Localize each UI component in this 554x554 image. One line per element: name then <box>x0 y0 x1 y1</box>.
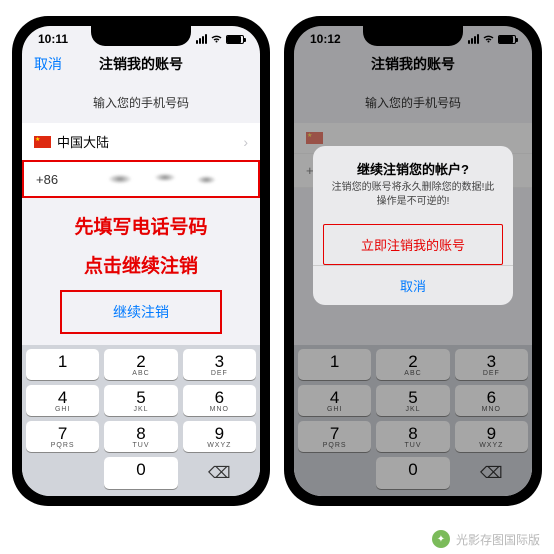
battery-icon <box>226 35 244 44</box>
status-time: 10:11 <box>38 32 68 46</box>
confirm-alert: 继续注销您的帐户? 注销您的账号将永久删除您的数据!此操作是不可逆的! 立即注销… <box>313 146 513 305</box>
region-row[interactable]: 中国大陆 › <box>22 123 260 161</box>
alert-cancel-button[interactable]: 取消 <box>313 265 513 305</box>
continue-button[interactable]: 继续注销 <box>62 292 220 332</box>
alert-confirm-button[interactable]: 立即注销我的账号 <box>323 224 503 265</box>
china-flag-icon <box>34 136 51 148</box>
signal-icon <box>196 34 207 44</box>
continue-button-highlight: 继续注销 <box>60 290 222 334</box>
watermark: ✦ 光影存图国际版 <box>432 530 540 548</box>
alert-title: 继续注销您的帐户? <box>313 146 513 181</box>
phone-right: 10:12 注销我的账号 输入您的手机号码 +86 <box>284 16 542 506</box>
notch <box>363 26 463 46</box>
annotation-text-2: 点击继续注销 <box>22 245 260 290</box>
key-backspace[interactable]: ⌫ <box>183 457 256 489</box>
key-7[interactable]: 7PQRS <box>26 421 99 452</box>
alert-message: 注销您的账号将永久删除您的数据!此操作是不可逆的! <box>313 181 513 221</box>
wechat-icon: ✦ <box>432 530 450 548</box>
phone-number-blurred <box>66 171 246 187</box>
page-title: 注销我的账号 <box>99 54 183 74</box>
wifi-icon <box>210 34 223 44</box>
key-6[interactable]: 6MNO <box>183 385 256 416</box>
region-label: 中国大陆 <box>57 132 109 151</box>
numeric-keypad: 1 2ABC 3DEF 4GHI 5JKL 6MNO 7PQRS 8TUV 9W… <box>22 345 260 496</box>
phone-input-row[interactable]: +86 <box>22 160 260 198</box>
key-9[interactable]: 9WXYZ <box>183 421 256 452</box>
key-3[interactable]: 3DEF <box>183 349 256 380</box>
notch <box>91 26 191 46</box>
key-1[interactable]: 1 <box>26 349 99 380</box>
key-4[interactable]: 4GHI <box>26 385 99 416</box>
key-2[interactable]: 2ABC <box>104 349 177 380</box>
subtitle: 输入您的手机号码 <box>22 80 260 123</box>
key-5[interactable]: 5JKL <box>104 385 177 416</box>
nav-bar: 取消 注销我的账号 <box>22 48 260 80</box>
phone-prefix: +86 <box>36 172 58 187</box>
key-0[interactable]: 0 <box>104 457 177 489</box>
annotation-text-1: 先填写电话号码 <box>22 198 260 245</box>
key-8[interactable]: 8TUV <box>104 421 177 452</box>
phone-left: 10:11 取消 注销我的账号 输入您的手机号码 中国大陆 <box>12 16 270 506</box>
chevron-right-icon: › <box>243 134 248 150</box>
cancel-button[interactable]: 取消 <box>34 54 62 74</box>
